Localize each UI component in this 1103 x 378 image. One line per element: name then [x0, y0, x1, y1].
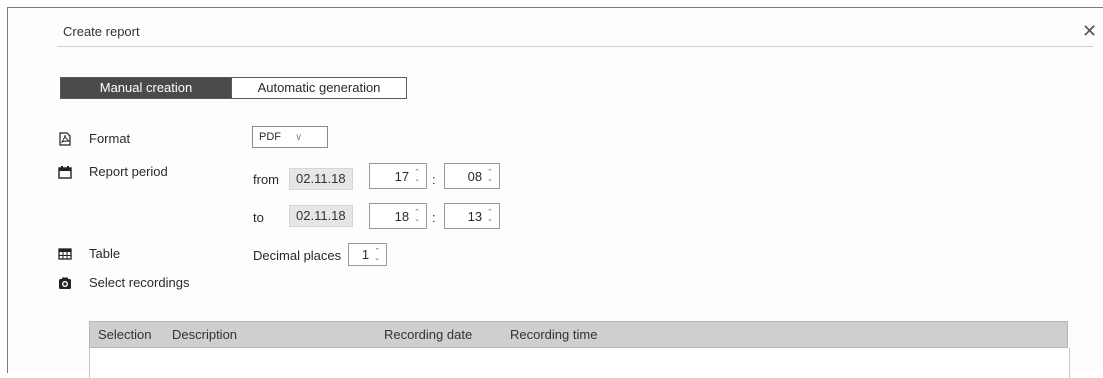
format-label: Format: [89, 131, 131, 146]
dialog-title: Create report: [63, 24, 140, 39]
from-minute-stepper[interactable]: 08 ⌃ ⌄: [444, 163, 500, 189]
calendar-icon: [58, 165, 72, 179]
from-date-field[interactable]: 02.11.18: [289, 168, 353, 190]
from-hour-stepper[interactable]: 17 ⌃ ⌄: [369, 163, 427, 189]
title-divider: [57, 46, 1093, 47]
tab-automatic-generation[interactable]: Automatic generation: [232, 77, 407, 99]
stepper-arrows-icon[interactable]: ⌃ ⌄: [374, 248, 380, 262]
to-minute-value: 13: [467, 208, 483, 224]
decimal-places-value: 1: [361, 247, 370, 262]
table-row-label: Table: [58, 246, 120, 261]
chevron-down-icon: ∨: [295, 131, 303, 143]
stepper-arrows-icon[interactable]: ⌃ ⌄: [414, 169, 420, 183]
column-header-description[interactable]: Description: [172, 327, 237, 342]
decimal-places-stepper[interactable]: 1 ⌃ ⌄: [348, 243, 387, 266]
recordings-table-header: Selection Description Recording date Rec…: [89, 321, 1068, 348]
select-recordings-row: Select recordings: [58, 275, 189, 290]
to-hour-stepper[interactable]: 18 ⌃ ⌄: [369, 203, 427, 229]
stepper-arrows-icon[interactable]: ⌃ ⌄: [487, 209, 493, 223]
close-icon[interactable]: ✕: [1082, 22, 1097, 40]
camera-icon: [58, 276, 72, 290]
stepper-arrows-icon[interactable]: ⌃ ⌄: [487, 169, 493, 183]
table-grid-icon: [58, 247, 72, 261]
column-header-recording-time[interactable]: Recording time: [510, 327, 597, 342]
to-date-field[interactable]: 02.11.18: [289, 205, 353, 227]
report-period-row: Report period: [58, 164, 168, 179]
column-header-selection[interactable]: Selection: [98, 327, 151, 342]
column-header-recording-date[interactable]: Recording date: [384, 327, 472, 342]
report-period-label: Report period: [89, 164, 168, 179]
from-hour-value: 17: [394, 168, 410, 184]
format-select[interactable]: PDF ∨: [252, 126, 328, 148]
mode-tabs: Manual creation Automatic generation: [60, 77, 407, 99]
select-recordings-label: Select recordings: [89, 275, 190, 290]
tab-manual-creation[interactable]: Manual creation: [60, 77, 232, 99]
to-minute-stepper[interactable]: 13 ⌃ ⌄: [444, 203, 500, 229]
pdf-file-icon: [58, 131, 72, 146]
table-label: Table: [89, 246, 121, 261]
to-hour-value: 18: [394, 208, 410, 224]
from-minute-value: 08: [467, 168, 483, 184]
time-separator: :: [432, 172, 436, 187]
time-separator: :: [432, 210, 436, 225]
recordings-table-body: [89, 348, 1070, 378]
decimal-places-label: Decimal places: [253, 248, 342, 263]
from-label: from: [253, 172, 279, 187]
format-row: Format: [58, 131, 130, 146]
to-label: to: [253, 210, 264, 225]
stepper-arrows-icon[interactable]: ⌃ ⌄: [414, 209, 420, 223]
dialog-frame: [7, 7, 1103, 373]
format-value: PDF: [259, 131, 281, 143]
